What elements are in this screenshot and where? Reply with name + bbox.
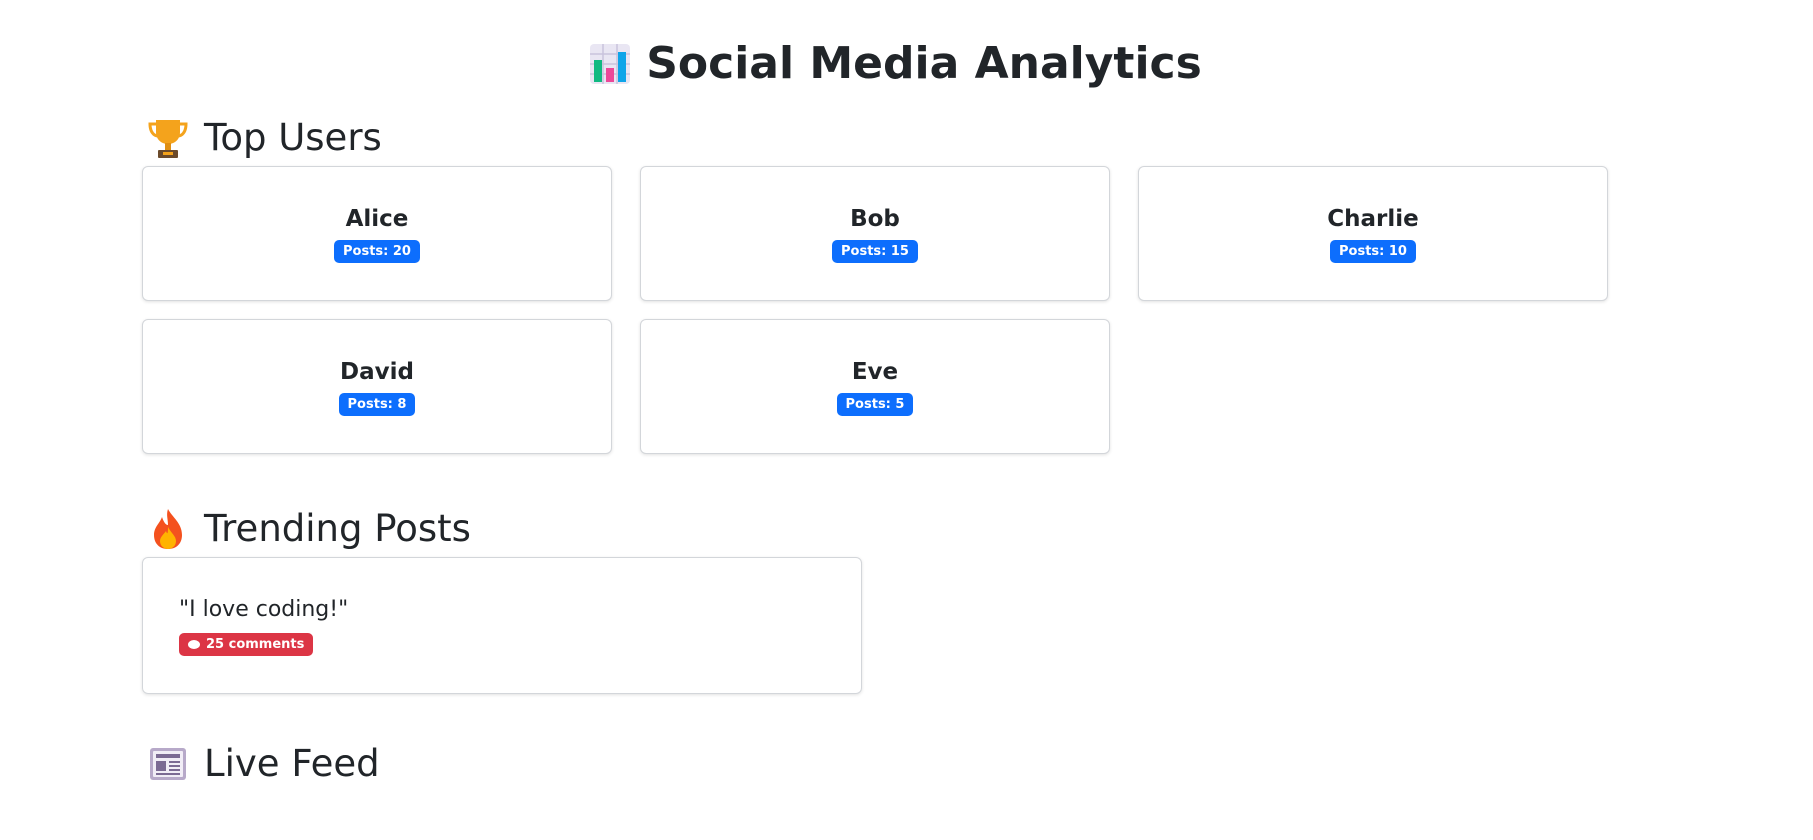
user-card-eve[interactable]: Eve Posts: 5 xyxy=(640,319,1110,454)
top-users-heading: Top Users xyxy=(148,114,382,162)
fire-icon xyxy=(148,507,188,551)
trending-post-card[interactable]: "I love coding!" 25 comments xyxy=(142,557,862,694)
newspaper-icon xyxy=(148,742,188,786)
post-text: "I love coding!" xyxy=(179,597,349,622)
live-feed-title: Live Feed xyxy=(204,742,380,785)
page-title: Social Media Analytics xyxy=(0,34,1790,94)
user-card-charlie[interactable]: Charlie Posts: 10 xyxy=(1138,166,1608,301)
posts-badge: Posts: 15 xyxy=(832,240,918,263)
user-name: Charlie xyxy=(1327,206,1419,232)
live-feed-heading: Live Feed xyxy=(148,740,380,788)
bar-chart-icon xyxy=(588,42,631,86)
trending-posts-heading: Trending Posts xyxy=(148,505,471,553)
speech-bubble-icon xyxy=(188,640,200,649)
user-name: Bob xyxy=(850,206,900,232)
comments-count: 25 comments xyxy=(206,637,305,652)
user-name: Eve xyxy=(851,359,899,385)
user-card-alice[interactable]: Alice Posts: 20 xyxy=(142,166,612,301)
comments-badge: 25 comments xyxy=(179,633,314,656)
top-users-title: Top Users xyxy=(204,116,382,159)
user-name: David xyxy=(340,359,414,385)
page-title-text: Social Media Analytics xyxy=(646,38,1202,89)
posts-badge: Posts: 20 xyxy=(334,240,420,263)
trending-posts-title: Trending Posts xyxy=(204,507,471,550)
top-users-grid: Alice Posts: 20 Bob Posts: 15 Charlie Po… xyxy=(142,166,1612,454)
user-name: Alice xyxy=(345,206,409,232)
page: Social Media Analytics Top Users Alice P… xyxy=(0,0,1813,840)
posts-badge: Posts: 10 xyxy=(1330,240,1416,263)
user-card-david[interactable]: David Posts: 8 xyxy=(142,319,612,454)
posts-badge: Posts: 8 xyxy=(338,393,416,416)
user-card-bob[interactable]: Bob Posts: 15 xyxy=(640,166,1110,301)
trophy-icon xyxy=(148,116,188,160)
posts-badge: Posts: 5 xyxy=(836,393,914,416)
